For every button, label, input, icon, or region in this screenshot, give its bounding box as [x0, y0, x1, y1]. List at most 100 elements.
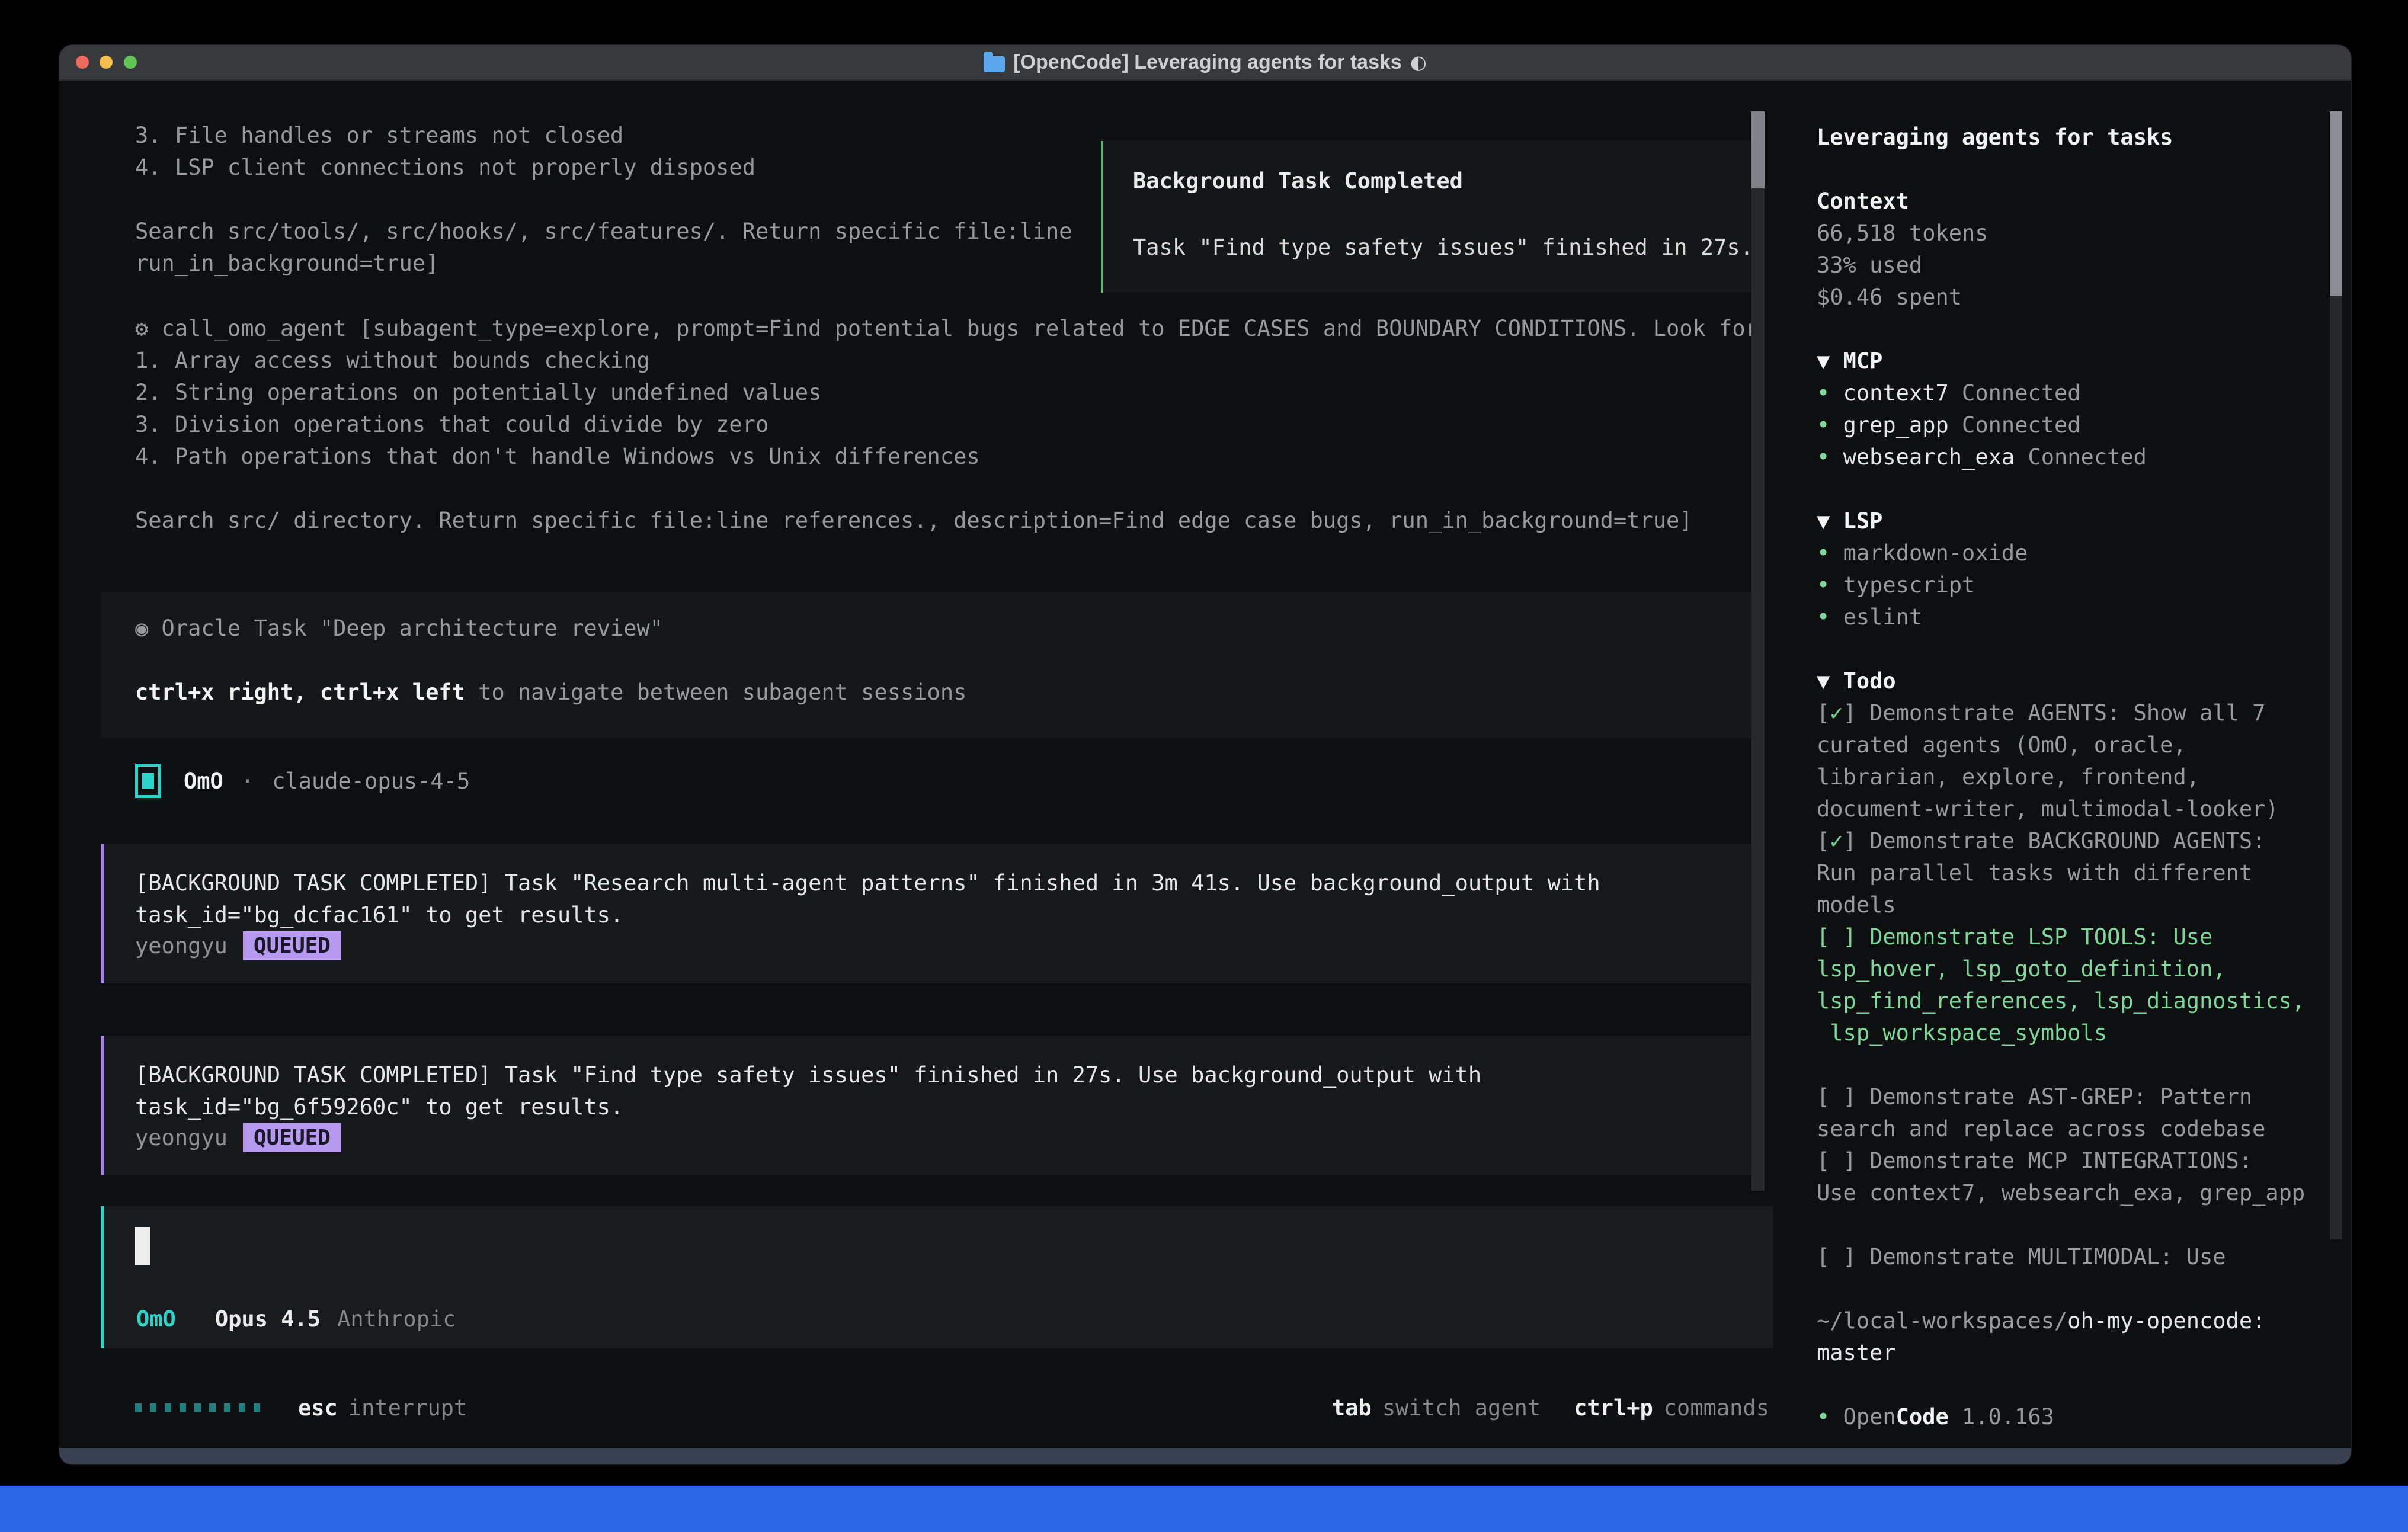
terminal-line: 3. Division operations that could divide… — [135, 409, 1759, 441]
terminal-line: ▼ LSP — [1817, 505, 2329, 537]
terminal-line — [1817, 313, 2329, 345]
terminal-line: Use context7, websearch_exa, grep_app — [1817, 1177, 2329, 1209]
terminal-line: task_id="bg_6f59260c" to get results. — [135, 1091, 1481, 1123]
background-task-notification: Background Task Completed Task "Find typ… — [1101, 141, 1762, 293]
agent-separator: · — [241, 768, 254, 794]
terminal-line — [1817, 1049, 2329, 1081]
terminal-line: • eslint — [1817, 601, 2329, 633]
commands-key-hint: ctrl+p — [1574, 1395, 1653, 1421]
terminal-line: Search src/ directory. Return specific f… — [135, 505, 1759, 537]
terminal-line: [BACKGROUND TASK COMPLETED] Task "Find t… — [135, 1059, 1481, 1091]
terminal-line: librarian, explore, frontend, — [1817, 761, 2329, 793]
task-message-lines: [BACKGROUND TASK COMPLETED] Task "Resear… — [135, 867, 1600, 931]
terminal-line: [ ] Demonstrate MULTIMODAL: Use — [1817, 1241, 2329, 1273]
terminal-line: Run parallel tasks with different — [1817, 857, 2329, 889]
agent-icon — [135, 764, 161, 798]
terminal-line: ctrl+x right, ctrl+x left to navigate be… — [135, 677, 966, 709]
spinner-dot — [224, 1403, 230, 1412]
terminal-line — [1817, 1273, 2329, 1305]
terminal-line — [135, 645, 966, 677]
notification-body: Task "Find type safety issues" finished … — [1133, 235, 1753, 260]
terminal-line: curated agents (OmO, oracle, — [1817, 729, 2329, 761]
terminal-line: ▼ MCP — [1817, 345, 2329, 377]
window-bottom-edge — [59, 1448, 2351, 1464]
terminal-line — [1817, 633, 2329, 665]
main-scrollbar-thumb[interactable] — [1751, 111, 1765, 188]
provider-label: Anthropic — [337, 1306, 456, 1332]
active-model-label: Opus 4.5 — [215, 1306, 321, 1332]
close-button[interactable] — [76, 56, 89, 69]
terminal-line — [1817, 473, 2329, 505]
opencode-terminal-window: [OpenCode] Leveraging agents for tasks ◐… — [59, 45, 2351, 1464]
agent-name: OmO — [184, 768, 223, 794]
maximize-button[interactable] — [124, 56, 137, 69]
folder-icon — [984, 56, 1005, 72]
text-cursor — [135, 1227, 150, 1265]
terminal-output-top: 3. File handles or streams not closed4. … — [135, 120, 1072, 280]
terminal-line: lsp_workspace_symbols — [1817, 1017, 2329, 1049]
agent-session-header[interactable]: OmO · claude-opus-4-5 — [135, 762, 470, 800]
task-user: yeongyu — [135, 933, 228, 959]
esc-key-hint: esc — [298, 1395, 338, 1421]
terminal-line: $0.46 spent — [1817, 281, 2329, 313]
terminal-line: Search src/tools/, src/hooks/, src/featu… — [135, 216, 1072, 248]
queued-badge: QUEUED — [243, 931, 341, 960]
terminal-line: • typescript — [1817, 569, 2329, 601]
terminal-line — [1817, 1209, 2329, 1241]
terminal-line: [✓] Demonstrate BACKGROUND AGENTS: — [1817, 825, 2329, 857]
terminal-line: • markdown-oxide — [1817, 537, 2329, 569]
terminal-line: 1. Array access without bounds checking — [135, 345, 1759, 377]
terminal-line: 4. Path operations that don't handle Win… — [135, 441, 1759, 473]
spinner-dot — [165, 1403, 171, 1412]
prompt-input[interactable]: OmO Opus 4.5 Anthropic — [101, 1206, 1773, 1348]
terminal-line: document-writer, multimodal-looker) — [1817, 793, 2329, 825]
terminal-line: 33% used — [1817, 249, 2329, 281]
terminal-line: ~/local-workspaces/oh-my-opencode: — [1817, 1305, 2329, 1337]
sidebar-scrollbar[interactable] — [2330, 296, 2342, 1239]
tab-action-label: switch agent — [1382, 1395, 1541, 1421]
terminal-line: [ ] Demonstrate MCP INTEGRATIONS: — [1817, 1145, 2329, 1177]
spinner-dot — [150, 1403, 156, 1412]
terminal-line: Leveraging agents for tasks — [1817, 121, 2329, 153]
terminal-line: Context — [1817, 185, 2329, 217]
spinner-dot — [209, 1403, 216, 1412]
spinner-dot — [254, 1403, 260, 1412]
task-message-lines: [BACKGROUND TASK COMPLETED] Task "Find t… — [135, 1059, 1481, 1123]
terminal-line: lsp_find_references, lsp_diagnostics, — [1817, 985, 2329, 1017]
session-sidebar: Leveraging agents for tasks Context66,51… — [1817, 121, 2329, 1433]
notification-title: Background Task Completed — [1133, 168, 1463, 194]
task-user: yeongyu — [135, 1125, 228, 1150]
terminal-line: lsp_hover, lsp_goto_definition, — [1817, 953, 2329, 985]
terminal-line: • context7 Connected — [1817, 377, 2329, 409]
terminal-line: ▼ Todo — [1817, 665, 2329, 697]
oracle-task-panel: ◉ Oracle Task "Deep architecture review"… — [101, 592, 1759, 738]
spinner-dot — [180, 1403, 186, 1412]
esc-action-label: interrupt — [348, 1395, 467, 1421]
main-scrollbar[interactable] — [1751, 111, 1765, 1191]
background-task-message: [BACKGROUND TASK COMPLETED] Task "Resear… — [101, 844, 1762, 983]
desktop-dock-strip — [0, 1486, 2408, 1532]
terminal-line: 66,518 tokens — [1817, 217, 2329, 249]
window-titlebar[interactable]: [OpenCode] Leveraging agents for tasks ◐ — [59, 45, 2351, 81]
sidebar-scrollbar-thumb[interactable] — [2330, 111, 2342, 296]
minimize-button[interactable] — [100, 56, 113, 69]
status-bar: esc interrupt tab switch agent ctrl+p co… — [135, 1391, 1769, 1424]
terminal-line: 2. String operations on potentially unde… — [135, 377, 1759, 409]
terminal-line: task_id="bg_dcfac161" to get results. — [135, 899, 1600, 931]
activity-spinner-dots — [135, 1403, 260, 1412]
spinner-dot — [194, 1403, 201, 1412]
terminal-line — [135, 184, 1072, 216]
terminal-line: master — [1817, 1337, 2329, 1369]
agent-model: claude-opus-4-5 — [272, 768, 470, 794]
tab-key-hint: tab — [1332, 1395, 1372, 1421]
terminal-line: models — [1817, 889, 2329, 921]
model-status-row: OmO Opus 4.5 Anthropic — [136, 1306, 456, 1332]
window-title: [OpenCode] Leveraging agents for tasks — [1013, 51, 1402, 74]
terminal-line: ⚙ call_omo_agent [subagent_type=explore,… — [135, 313, 1759, 345]
terminal-line: 3. File handles or streams not closed — [135, 120, 1072, 152]
terminal-line: [BACKGROUND TASK COMPLETED] Task "Resear… — [135, 867, 1600, 899]
terminal-line: [✓] Demonstrate AGENTS: Show all 7 — [1817, 697, 2329, 729]
terminal-line — [1817, 153, 2329, 185]
terminal-line: • grep_app Connected — [1817, 409, 2329, 441]
busy-indicator-icon: ◐ — [1410, 51, 1427, 73]
